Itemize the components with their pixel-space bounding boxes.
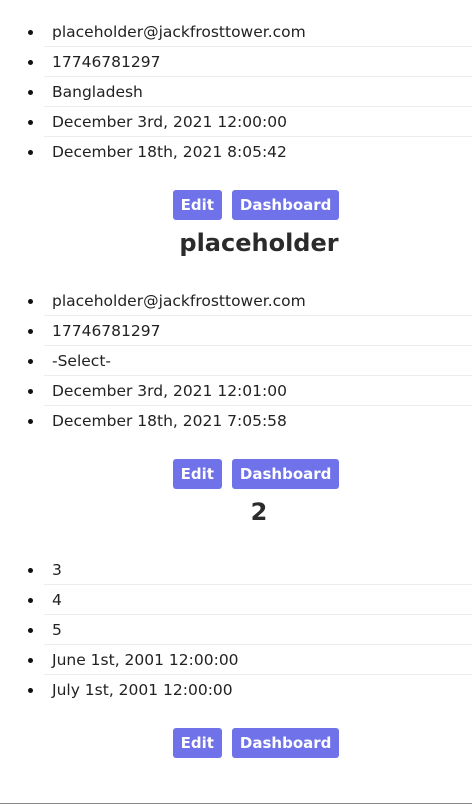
edit-button[interactable]: Edit — [172, 190, 222, 220]
field-country: 5 — [44, 615, 472, 645]
dashboard-button[interactable]: Dashboard — [231, 728, 340, 758]
field-updated-date: December 18th, 2021 8:05:42 — [44, 137, 472, 167]
field-phone: 17746781297 — [44, 316, 472, 346]
field-created-date: December 3rd, 2021 12:01:00 — [44, 376, 472, 406]
field-created-date: June 1st, 2001 12:00:00 — [44, 645, 472, 675]
edit-button[interactable]: Edit — [172, 459, 222, 489]
edit-button[interactable]: Edit — [172, 728, 222, 758]
field-phone: 4 — [44, 585, 472, 615]
field-email: placeholder@jackfrosttower.com — [44, 286, 472, 316]
user-card: placeholder placeholder@jackfrosttower.c… — [0, 0, 472, 220]
user-card-list: placeholder placeholder@jackfrosttower.c… — [0, 0, 472, 766]
user-card: 2 3 4 5 June 1st, 2001 12:00:00 July 1st… — [0, 497, 472, 758]
card-actions: Edit Dashboard — [0, 459, 472, 489]
card-field-list: placeholder@jackfrosttower.com 177467812… — [0, 286, 472, 436]
field-updated-date: July 1st, 2001 12:00:00 — [44, 675, 472, 705]
dashboard-button[interactable]: Dashboard — [231, 190, 340, 220]
user-card: placeholder placeholder@jackfrosttower.c… — [0, 228, 472, 489]
card-actions: Edit Dashboard — [0, 190, 472, 220]
card-title: 2 — [250, 498, 268, 526]
field-email: placeholder@jackfrosttower.com — [44, 17, 472, 47]
field-phone: 17746781297 — [44, 47, 472, 77]
card-actions: Edit Dashboard — [0, 728, 472, 758]
field-email: 3 — [44, 555, 472, 585]
dashboard-button[interactable]: Dashboard — [231, 459, 340, 489]
field-country: -Select- — [44, 346, 472, 376]
card-field-list: 3 4 5 June 1st, 2001 12:00:00 July 1st, … — [0, 555, 472, 705]
field-updated-date: December 18th, 2021 7:05:58 — [44, 406, 472, 436]
bottom-divider — [0, 803, 472, 804]
card-field-list: placeholder@jackfrosttower.com 177467812… — [0, 17, 472, 167]
card-title: placeholder — [179, 229, 339, 257]
field-created-date: December 3rd, 2021 12:00:00 — [44, 107, 472, 137]
field-country: Bangladesh — [44, 77, 472, 107]
